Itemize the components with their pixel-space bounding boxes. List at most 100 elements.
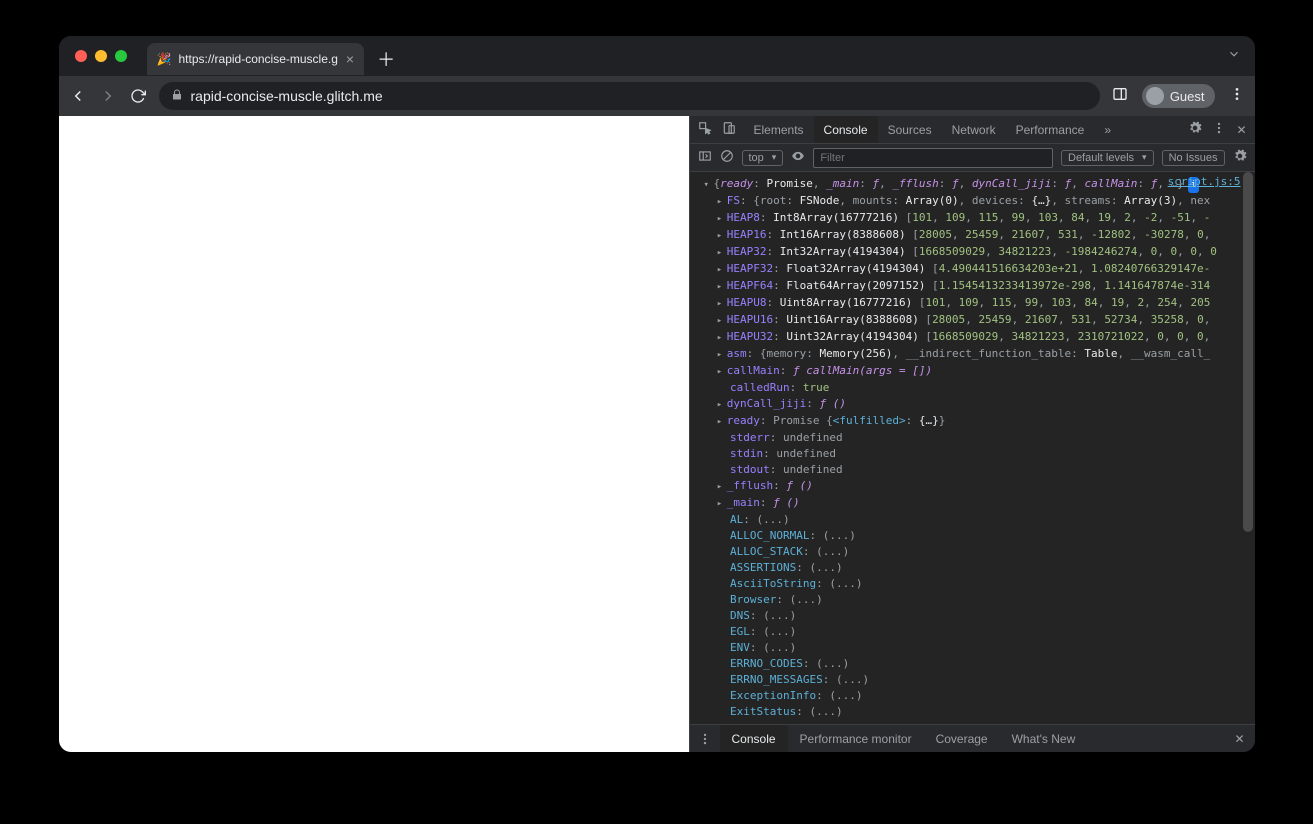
console-sidebar-toggle-icon[interactable] <box>698 149 712 166</box>
clear-console-icon[interactable] <box>720 149 734 166</box>
console-row[interactable]: HEAPF64: Float64Array(2097152) [1.154541… <box>690 278 1255 295</box>
console-row[interactable]: ExitStatus: (...) <box>690 704 1255 720</box>
close-devtools-button[interactable]: ✕ <box>1236 123 1246 137</box>
address-bar[interactable]: rapid-concise-muscle.glitch.me <box>159 82 1100 110</box>
console-row[interactable]: ExceptionInfo: (...) <box>690 688 1255 704</box>
content-row: Elements Console Sources Network Perform… <box>59 116 1255 752</box>
minimize-window-button[interactable] <box>95 50 107 62</box>
console-row[interactable]: FS: {root: FSNode, mounts: Array(0), dev… <box>690 193 1255 210</box>
chrome-menu-button[interactable] <box>1229 86 1245 107</box>
console-row[interactable]: calledRun: true <box>690 380 1255 396</box>
console-row[interactable]: stdin: undefined <box>690 446 1255 462</box>
url-toolbar: rapid-concise-muscle.glitch.me Guest <box>59 76 1255 116</box>
console-row[interactable]: ASSERTIONS: (...) <box>690 560 1255 576</box>
drawer-tab-performance-monitor[interactable]: Performance monitor <box>788 725 924 752</box>
tab-elements[interactable]: Elements <box>744 116 814 143</box>
close-window-button[interactable] <box>75 50 87 62</box>
console-output[interactable]: script.js:5 {ready: Promise, _main: ƒ, _… <box>690 172 1255 724</box>
expand-triangle-icon[interactable] <box>717 193 727 210</box>
console-row[interactable]: HEAPU16: Uint16Array(8388608) [28005, 25… <box>690 312 1255 329</box>
console-row[interactable]: asm: {memory: Memory(256), __indirect_fu… <box>690 346 1255 363</box>
expand-triangle-icon[interactable] <box>717 227 727 244</box>
expand-triangle-icon[interactable] <box>717 312 727 329</box>
tab-network[interactable]: Network <box>942 116 1006 143</box>
console-row[interactable]: DNS: (...) <box>690 608 1255 624</box>
devtools-menu-icon[interactable] <box>1212 121 1226 138</box>
side-panel-icon[interactable] <box>1112 86 1128 107</box>
expand-triangle-icon[interactable] <box>717 413 727 430</box>
console-row[interactable]: HEAPU32: Uint32Array(4194304) [166850902… <box>690 329 1255 346</box>
console-row[interactable]: AL: (...) <box>690 512 1255 528</box>
console-row[interactable]: ERRNO_CODES: (...) <box>690 656 1255 672</box>
forward-button[interactable] <box>99 87 117 105</box>
console-row[interactable]: ready: Promise {<fulfilled>: {…}} <box>690 413 1255 430</box>
drawer-close-button[interactable]: ✕ <box>1224 725 1254 752</box>
expand-triangle-icon[interactable] <box>717 495 727 512</box>
console-row[interactable]: dynCall_jiji: ƒ () <box>690 396 1255 413</box>
tabs-overflow-button[interactable] <box>1227 47 1241 66</box>
log-levels-selector[interactable]: Default levels <box>1061 150 1154 166</box>
tab-title: https://rapid-concise-muscle.g <box>179 52 338 66</box>
expand-triangle-icon[interactable] <box>717 478 727 495</box>
issues-button[interactable]: No Issues <box>1162 150 1225 166</box>
console-row[interactable]: HEAP16: Int16Array(8388608) [28005, 2545… <box>690 227 1255 244</box>
console-row[interactable]: HEAP32: Int32Array(4194304) [1668509029,… <box>690 244 1255 261</box>
browser-tab[interactable]: 🎉 https://rapid-concise-muscle.g × <box>147 43 365 75</box>
avatar-icon <box>1146 87 1164 105</box>
console-row[interactable]: stderr: undefined <box>690 430 1255 446</box>
drawer-tab-console[interactable]: Console <box>720 725 788 752</box>
expand-triangle-icon[interactable] <box>704 176 714 193</box>
tab-console[interactable]: Console <box>814 116 878 143</box>
settings-gear-icon[interactable] <box>1188 121 1202 138</box>
drawer-tab-whats-new[interactable]: What's New <box>1000 725 1088 752</box>
expand-triangle-icon[interactable] <box>717 210 727 227</box>
expand-triangle-icon[interactable] <box>717 363 727 380</box>
back-button[interactable] <box>69 87 87 105</box>
console-toolbar: top Default levels No Issues <box>690 144 1255 172</box>
drawer-menu-icon[interactable] <box>690 725 720 752</box>
console-row[interactable]: HEAPF32: Float32Array(4194304) [4.490441… <box>690 261 1255 278</box>
tab-sources[interactable]: Sources <box>878 116 942 143</box>
execution-context-selector[interactable]: top <box>742 150 784 166</box>
device-toolbar-icon[interactable] <box>722 121 736 138</box>
live-expression-icon[interactable] <box>791 149 805 166</box>
console-row[interactable]: EGL: (...) <box>690 624 1255 640</box>
expand-triangle-icon[interactable] <box>717 244 727 261</box>
expand-triangle-icon[interactable] <box>717 329 727 346</box>
expand-triangle-icon[interactable] <box>717 295 727 312</box>
browser-window: 🎉 https://rapid-concise-muscle.g × ＋ rap… <box>59 36 1255 752</box>
expand-triangle-icon[interactable] <box>717 396 727 413</box>
inspect-element-icon[interactable] <box>698 121 712 138</box>
new-tab-button[interactable]: ＋ <box>372 46 400 72</box>
console-row[interactable]: stdout: undefined <box>690 462 1255 478</box>
console-row[interactable]: _fflush: ƒ () <box>690 478 1255 495</box>
console-row[interactable]: ENV: (...) <box>690 640 1255 656</box>
console-scrollbar[interactable] <box>1243 172 1253 724</box>
console-row[interactable]: HEAP8: Int8Array(16777216) [101, 109, 11… <box>690 210 1255 227</box>
source-link[interactable]: script.js:5 <box>1168 174 1241 190</box>
expand-triangle-icon[interactable] <box>717 346 727 363</box>
expand-triangle-icon[interactable] <box>717 278 727 295</box>
profile-chip[interactable]: Guest <box>1142 84 1215 108</box>
console-settings-gear-icon[interactable] <box>1233 149 1247 166</box>
console-row[interactable]: callMain: ƒ callMain(args = []) <box>690 363 1255 380</box>
tab-performance[interactable]: Performance <box>1006 116 1095 143</box>
expand-triangle-icon[interactable] <box>717 261 727 278</box>
console-row[interactable]: AsciiToString: (...) <box>690 576 1255 592</box>
console-row[interactable]: Browser: (...) <box>690 592 1255 608</box>
drawer-tab-coverage[interactable]: Coverage <box>924 725 1000 752</box>
tabs-overflow-icon[interactable]: » <box>1094 116 1121 143</box>
devtools-panel: Elements Console Sources Network Perform… <box>689 116 1255 752</box>
console-row[interactable]: ALLOC_STACK: (...) <box>690 544 1255 560</box>
console-row[interactable]: ALLOC_NORMAL: (...) <box>690 528 1255 544</box>
tab-strip: 🎉 https://rapid-concise-muscle.g × ＋ <box>59 36 1255 76</box>
maximize-window-button[interactable] <box>115 50 127 62</box>
reload-button[interactable] <box>129 87 147 105</box>
console-filter-input[interactable] <box>813 148 1053 168</box>
close-tab-button[interactable]: × <box>346 51 354 67</box>
page-viewport[interactable] <box>59 116 689 752</box>
console-row[interactable]: ERRNO_MESSAGES: (...) <box>690 672 1255 688</box>
console-row[interactable]: HEAPU8: Uint8Array(16777216) [101, 109, … <box>690 295 1255 312</box>
console-row[interactable]: _main: ƒ () <box>690 495 1255 512</box>
lock-icon <box>171 89 183 104</box>
